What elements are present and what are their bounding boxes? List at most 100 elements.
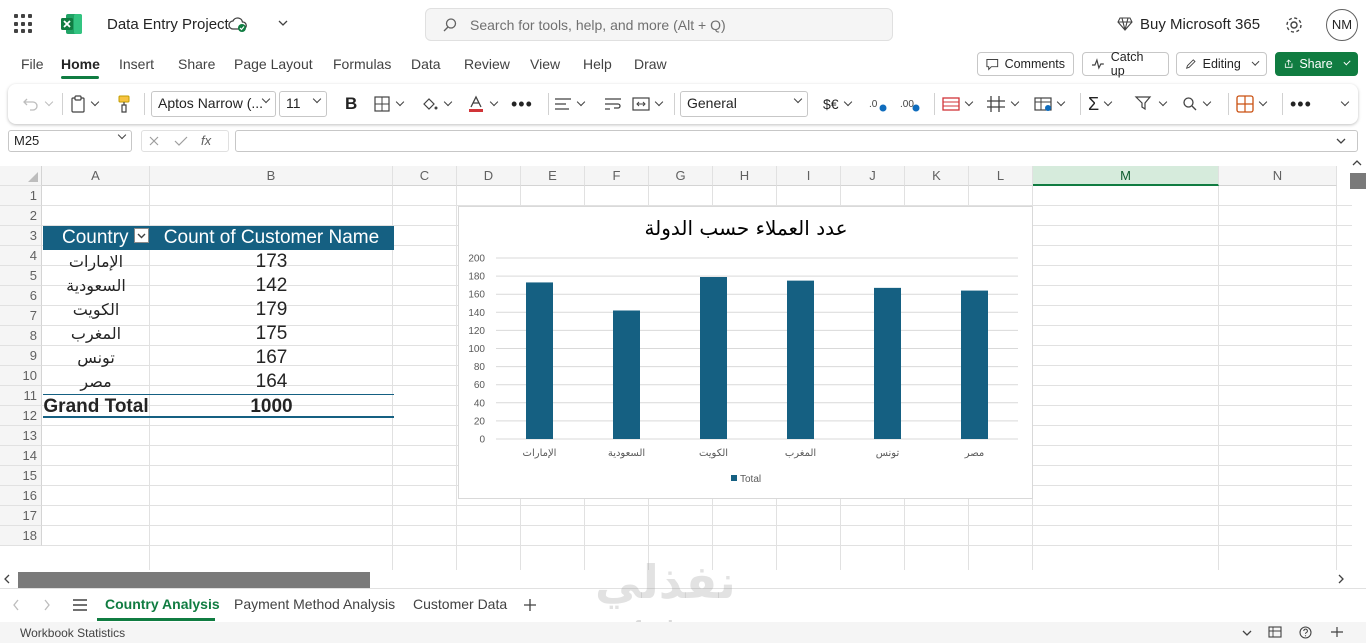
scroll-right-icon[interactable]: [1337, 574, 1345, 584]
help-icon[interactable]: [1299, 626, 1312, 639]
pivot-count-cell[interactable]: 175: [149, 322, 394, 346]
pivot-country-cell[interactable]: السعودية: [43, 274, 149, 298]
vertical-scrollbar[interactable]: [1348, 155, 1366, 570]
tab-page-layout[interactable]: Page Layout: [234, 56, 313, 72]
format-painter-button[interactable]: [116, 92, 132, 116]
pivot-grand-total-value[interactable]: 1000: [149, 394, 394, 418]
horizontal-scroll-thumb[interactable]: [18, 572, 370, 588]
add-ins-button[interactable]: [1236, 92, 1268, 116]
view-mode-icon[interactable]: [1268, 626, 1282, 638]
row-header[interactable]: 16: [0, 486, 42, 506]
more-font-options-button[interactable]: •••: [511, 92, 533, 116]
row-header[interactable]: 17: [0, 506, 42, 526]
app-launcher-icon[interactable]: [14, 14, 34, 34]
merge-button[interactable]: [632, 92, 664, 116]
increase-decimal-button[interactable]: .0: [868, 92, 888, 116]
previous-sheet-icon[interactable]: [12, 599, 20, 611]
row-header[interactable]: 13: [0, 426, 42, 446]
paste-button[interactable]: [70, 92, 100, 116]
format-as-table-button[interactable]: [986, 92, 1020, 116]
row-header[interactable]: 7: [0, 306, 42, 326]
sort-filter-button[interactable]: [1134, 92, 1168, 116]
currency-format-button[interactable]: $€: [823, 92, 852, 116]
filter-dropdown-button[interactable]: [133, 228, 149, 244]
tab-help[interactable]: Help: [583, 56, 612, 72]
pivot-count-cell[interactable]: 173: [149, 250, 394, 274]
cloud-saved-icon[interactable]: [228, 14, 248, 34]
decrease-decimal-button[interactable]: .00: [899, 92, 921, 116]
tab-share[interactable]: Share: [178, 56, 215, 72]
vertical-scroll-thumb[interactable]: [1350, 173, 1366, 189]
column-header[interactable]: C: [393, 166, 457, 186]
pivot-header-country[interactable]: Country: [43, 226, 149, 250]
bar-chart[interactable]: عدد العملاء حسب الدولة 0 20 40 60 80 100 120 140…: [458, 206, 1033, 499]
chevron-down-icon[interactable]: [1335, 136, 1347, 146]
chevron-down-icon[interactable]: [1242, 629, 1252, 637]
row-header[interactable]: 2: [0, 206, 42, 226]
column-header[interactable]: G: [649, 166, 713, 186]
buy-microsoft-365-link[interactable]: Buy Microsoft 365: [1140, 16, 1260, 33]
row-header[interactable]: 1: [0, 186, 42, 206]
row-header[interactable]: 9: [0, 346, 42, 366]
insert-function-button[interactable]: fx: [201, 133, 211, 148]
search-box[interactable]: Search for tools, help, and more (Alt + …: [425, 8, 893, 41]
number-format-dropdown[interactable]: General: [680, 91, 808, 117]
search-input[interactable]: Search for tools, help, and more (Alt + …: [470, 17, 726, 33]
tab-draw[interactable]: Draw: [634, 56, 667, 72]
pivot-count-cell[interactable]: 164: [149, 370, 394, 394]
check-icon[interactable]: [174, 135, 188, 147]
row-header[interactable]: 15: [0, 466, 42, 486]
tab-data[interactable]: Data: [411, 56, 441, 72]
scroll-up-icon[interactable]: [1352, 159, 1362, 167]
share-button[interactable]: Share: [1275, 52, 1358, 76]
pivot-country-cell[interactable]: تونس: [43, 346, 149, 370]
chevron-down-icon[interactable]: [277, 17, 289, 29]
sheet-tab-payment-method-analysis[interactable]: Payment Method Analysis: [234, 596, 395, 612]
column-header[interactable]: D: [457, 166, 521, 186]
pivot-grand-total-label[interactable]: Grand Total: [43, 394, 149, 418]
cancel-icon[interactable]: [148, 135, 160, 147]
avatar[interactable]: NM: [1326, 9, 1358, 41]
tab-formulas[interactable]: Formulas: [333, 56, 391, 72]
gear-icon[interactable]: [1284, 15, 1304, 35]
pivot-country-cell[interactable]: الإمارات: [43, 250, 149, 274]
pivot-country-cell[interactable]: مصر: [43, 370, 149, 394]
document-title[interactable]: Data Entry Project: [107, 16, 229, 33]
pivot-count-cell[interactable]: 142: [149, 274, 394, 298]
row-header[interactable]: 8: [0, 326, 42, 346]
pivot-count-cell[interactable]: 167: [149, 346, 394, 370]
column-header[interactable]: I: [777, 166, 841, 186]
tab-view[interactable]: View: [530, 56, 560, 72]
font-name-dropdown[interactable]: Aptos Narrow (...: [151, 91, 276, 117]
editing-mode-button[interactable]: Editing: [1176, 52, 1267, 76]
select-all-corner[interactable]: [0, 166, 42, 186]
wrap-text-button[interactable]: [604, 92, 622, 116]
row-header[interactable]: 6: [0, 286, 42, 306]
row-header[interactable]: 18: [0, 526, 42, 546]
row-header[interactable]: 11: [0, 386, 42, 406]
font-size-dropdown[interactable]: 11: [279, 91, 327, 117]
column-header[interactable]: M: [1033, 166, 1219, 186]
column-header[interactable]: A: [42, 166, 150, 186]
name-box[interactable]: M25: [8, 130, 132, 152]
borders-button[interactable]: [373, 92, 405, 116]
column-header[interactable]: H: [713, 166, 777, 186]
font-color-button[interactable]: [467, 92, 499, 116]
row-header[interactable]: 5: [0, 266, 42, 286]
bold-button[interactable]: B: [345, 92, 357, 116]
pivot-header-count[interactable]: Count of Customer Name: [149, 226, 394, 250]
column-header[interactable]: K: [905, 166, 969, 186]
align-button[interactable]: [554, 92, 586, 116]
row-header[interactable]: 14: [0, 446, 42, 466]
find-button[interactable]: [1182, 92, 1212, 116]
column-header[interactable]: J: [841, 166, 905, 186]
comments-button[interactable]: Comments: [977, 52, 1074, 76]
tab-review[interactable]: Review: [464, 56, 510, 72]
zoom-icon[interactable]: [1330, 626, 1344, 638]
column-header[interactable]: L: [969, 166, 1033, 186]
more-options-button[interactable]: •••: [1290, 92, 1312, 116]
autosum-button[interactable]: Σ: [1088, 92, 1113, 116]
column-header[interactable]: B: [150, 166, 393, 186]
sheet-tab-customer-data[interactable]: Customer Data: [413, 596, 507, 612]
undo-button[interactable]: [22, 92, 54, 116]
